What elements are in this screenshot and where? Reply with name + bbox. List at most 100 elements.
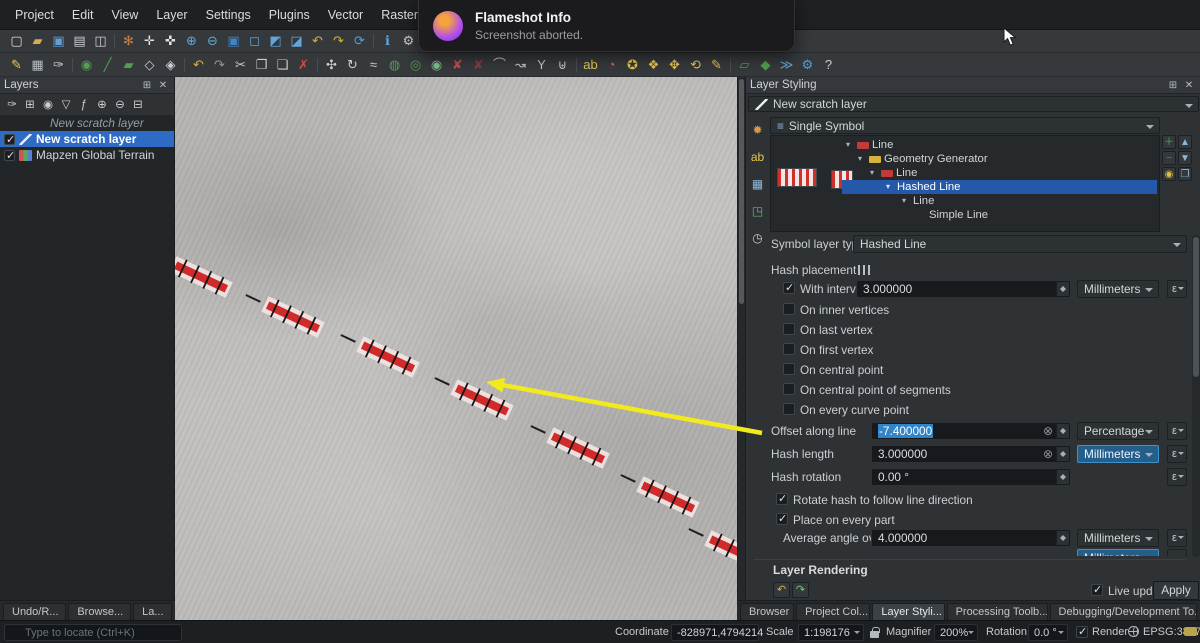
change-label-icon[interactable]: ✎ — [706, 55, 727, 75]
symbol-tree-row[interactable]: ▾ Line — [842, 138, 1157, 152]
panel-float-icon[interactable]: ⊞ — [1166, 79, 1180, 92]
average-angle-data-defined-button[interactable]: ε — [1167, 529, 1187, 547]
rotate-hash-checkbox[interactable] — [776, 492, 788, 505]
panel-close-icon[interactable]: ✕ — [1182, 79, 1196, 92]
labels-tab-icon[interactable]: ab — [748, 148, 767, 167]
collapse-all-icon[interactable]: ⊖ — [111, 97, 129, 114]
refresh-map-icon[interactable]: ⟳ — [349, 31, 370, 51]
spinner-buttons[interactable] — [1056, 531, 1069, 545]
add-ring-icon[interactable]: ◍ — [384, 55, 405, 75]
toolbar-icon[interactable] — [727, 54, 734, 75]
scrollbar-thumb[interactable] — [739, 79, 744, 304]
zoom-full-icon[interactable]: ◻ — [244, 31, 265, 51]
toggle-editing-icon[interactable]: ✎ — [6, 55, 27, 75]
clipped-unit-combo[interactable]: Millimeters — [1077, 549, 1159, 556]
locator-input[interactable] — [4, 624, 182, 641]
dock-tab[interactable]: Layer Styli... — [872, 603, 945, 620]
offset-curve-icon[interactable]: ⌒ — [489, 55, 510, 75]
toolbar-icon[interactable] — [181, 54, 188, 75]
move-label-icon[interactable]: ✥ — [664, 55, 685, 75]
add-line-feature-icon[interactable]: ╱ — [97, 55, 118, 75]
layer-item[interactable]: Mapzen Global Terrain — [0, 147, 174, 163]
layout-manager-icon[interactable]: ◫ — [90, 31, 111, 51]
dock-tab[interactable]: Processing Toolb... — [946, 603, 1048, 620]
zoom-in-icon[interactable]: ⊕ — [181, 31, 202, 51]
coordinate-value[interactable]: -828971,4794214 — [671, 624, 763, 641]
spinner-buttons[interactable] — [1056, 424, 1069, 438]
symbol-layer-type-combo[interactable]: Hashed Line — [853, 235, 1187, 253]
current-edits-icon[interactable]: ✑ — [48, 55, 69, 75]
dock-tab[interactable]: Project Col... — [796, 603, 871, 620]
spinner-buttons[interactable] — [1056, 447, 1069, 461]
expander-icon[interactable]: ▾ — [870, 166, 878, 180]
zoom-native-icon[interactable]: ▣ — [223, 31, 244, 51]
duplicate-symbol-layer-button[interactable]: ❐ — [1178, 167, 1192, 181]
panel-close-icon[interactable]: ✕ — [156, 79, 170, 92]
reshape-features-icon[interactable]: ↝ — [510, 55, 531, 75]
layer-rendering-header[interactable]: Layer Rendering — [773, 563, 868, 577]
zoom-last-icon[interactable]: ↶ — [307, 31, 328, 51]
placement-option-checkbox[interactable] — [783, 383, 795, 395]
paste-features-icon[interactable]: ❏ — [272, 55, 293, 75]
mask-tab-icon[interactable]: ▦ — [748, 175, 767, 194]
fill-ring-icon[interactable]: ◉ — [426, 55, 447, 75]
expander-icon[interactable]: ▾ — [886, 180, 894, 194]
dock-tab[interactable]: Debugging/Development To... — [1049, 603, 1197, 620]
spinner-buttons[interactable] — [1056, 470, 1069, 484]
spinner-buttons[interactable] — [1056, 282, 1069, 296]
style-undo-button[interactable]: ↶ — [773, 582, 790, 598]
open-layer-styling-icon[interactable]: ✑ — [3, 97, 21, 114]
layer-visibility-checkbox[interactable] — [4, 133, 15, 146]
placement-option-checkbox[interactable] — [783, 403, 795, 415]
placement-option-checkbox[interactable] — [783, 303, 795, 315]
expander-icon[interactable]: ▾ — [858, 152, 866, 166]
hash-length-unit-combo[interactable]: Millimeters — [1077, 445, 1159, 463]
rotate-label-icon[interactable]: ⟲ — [685, 55, 706, 75]
cut-features-icon[interactable]: ✂ — [230, 55, 251, 75]
with-interval-input[interactable]: 3.000000 — [856, 280, 1071, 298]
hash-rotation-data-defined-button[interactable]: ε — [1167, 468, 1187, 486]
zoom-out-icon[interactable]: ⊖ — [202, 31, 223, 51]
menu-item[interactable]: Settings — [197, 4, 260, 26]
help-icon[interactable]: ? — [818, 55, 839, 75]
move-down-button[interactable]: ▼ — [1178, 151, 1192, 165]
menu-item[interactable]: Vector — [319, 4, 372, 26]
hash-rotation-input[interactable]: 0.00 ° — [871, 468, 1071, 486]
symbol-tree-row[interactable]: ▾ Hashed Line — [842, 180, 1157, 194]
offset-along-line-unit-combo[interactable]: Percentage — [1077, 422, 1159, 440]
dock-tab[interactable]: La... — [133, 603, 172, 620]
manage-map-themes-icon[interactable]: ◉ — [39, 97, 57, 114]
add-symbol-layer-button[interactable]: ＋ — [1162, 135, 1176, 149]
add-part-icon[interactable]: ◎ — [405, 55, 426, 75]
undo-icon[interactable]: ↶ — [188, 55, 209, 75]
add-polygon-feature-icon[interactable]: ▰ — [118, 55, 139, 75]
flameshot-notification[interactable]: Flameshot Info Screenshot aborted. — [418, 0, 795, 52]
magnifier-input[interactable]: 200% — [934, 624, 978, 641]
menu-item[interactable]: Layer — [147, 4, 196, 26]
with-interval-data-defined-button[interactable]: ε — [1167, 280, 1187, 298]
hash-length-input[interactable]: 3.000000 ⊗ — [871, 445, 1071, 463]
menu-item[interactable]: Project — [6, 4, 63, 26]
average-angle-input[interactable]: 4.000000 — [871, 529, 1071, 547]
rotate-features-icon[interactable]: ↻ — [342, 55, 363, 75]
remove-symbol-layer-button[interactable]: − — [1162, 151, 1176, 165]
delete-part-icon[interactable]: ✘ — [468, 55, 489, 75]
styling-layer-combo[interactable]: New scratch layer — [748, 96, 1199, 112]
layer-labeling-icon[interactable]: ab — [580, 55, 601, 75]
view-3d-tab-icon[interactable]: ◳ — [748, 202, 767, 221]
pin-labels-icon[interactable]: ✪ — [622, 55, 643, 75]
placement-option-checkbox[interactable] — [783, 343, 795, 355]
move-features-icon[interactable]: ✣ — [321, 55, 342, 75]
map-canvas[interactable] — [175, 77, 737, 620]
pan-to-selection-icon[interactable]: ✜ — [160, 31, 181, 51]
placement-option-checkbox[interactable] — [783, 323, 795, 335]
clipped-data-defined-button[interactable] — [1167, 549, 1187, 556]
symbol-tree-row[interactable]: ▾ Line — [842, 194, 1157, 208]
place-every-part-checkbox[interactable] — [776, 512, 788, 525]
dock-tab[interactable]: Undo/R... — [3, 603, 67, 620]
move-up-button[interactable]: ▲ — [1178, 135, 1192, 149]
toolbar-icon[interactable] — [573, 54, 580, 75]
symbol-mode-combo[interactable]: ≡ Single Symbol — [770, 117, 1160, 134]
scrollbar-thumb[interactable] — [1193, 237, 1199, 377]
live-update-checkbox[interactable] — [1091, 583, 1103, 596]
